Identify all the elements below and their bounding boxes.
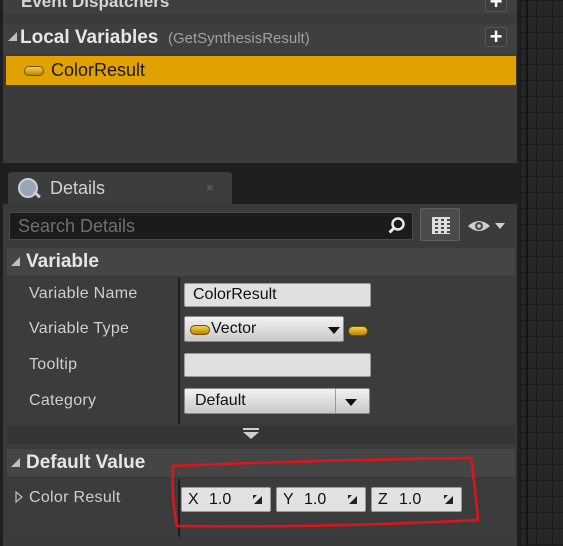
variable-name-value: ColorResult: [193, 286, 277, 303]
variable-type-value: Vector: [211, 320, 257, 337]
category-value: Default: [195, 392, 246, 409]
local-variables-context: (GetSynthesisResult): [168, 30, 310, 47]
search-icon[interactable]: [388, 217, 406, 235]
details-magnifier-icon: [18, 178, 38, 198]
z-value: 1.0: [399, 491, 422, 508]
event-dispatchers-label: Event Dispatchers: [21, 0, 170, 11]
drag-handle-icon[interactable]: [443, 494, 455, 506]
category-label: Category: [29, 392, 97, 409]
z-axis-label: Z: [378, 491, 388, 508]
expand-arrow-icon: [243, 432, 259, 439]
add-event-dispatcher-button[interactable]: +: [485, 0, 507, 14]
local-variables-label: Local Variables: [20, 27, 159, 48]
local-variable-name: ColorResult: [51, 60, 146, 80]
y-axis-label: Y: [283, 491, 294, 508]
y-value: 1.0: [304, 491, 327, 508]
view-options-eye-icon[interactable]: [466, 216, 512, 236]
variable-type-dropdown[interactable]: Vector: [184, 316, 344, 342]
local-variables-header[interactable]: Local Variables (GetSynthesisResult): [3, 24, 517, 54]
collapse-arrow-icon[interactable]: [11, 257, 20, 266]
event-dispatchers-header[interactable]: Event Dispatchers: [3, 0, 517, 14]
search-placeholder: Search Details: [18, 216, 136, 236]
expand-bar-icon: [243, 428, 259, 430]
collapse-arrow-icon[interactable]: [11, 458, 20, 467]
category-dropdown[interactable]: Default: [184, 388, 370, 414]
graph-canvas[interactable]: [520, 0, 563, 546]
color-result-label: Color Result: [29, 489, 121, 506]
drag-handle-icon[interactable]: [347, 494, 359, 506]
vector-type-pill-icon: [190, 325, 210, 335]
tab-details[interactable]: Details ×: [8, 172, 232, 204]
variable-section-title: Variable: [26, 251, 99, 272]
x-value: 1.0: [209, 491, 232, 508]
plus-icon: +: [489, 24, 503, 49]
advanced-expand-toggle[interactable]: [7, 426, 515, 444]
y-value-field[interactable]: Y 1.0: [276, 487, 366, 512]
x-value-field[interactable]: X 1.0: [181, 487, 271, 512]
left-column: Event Dispatchers + Local Variables (Get…: [0, 0, 520, 546]
my-blueprint-panel: Event Dispatchers + Local Variables (Get…: [3, 0, 517, 163]
variable-type-pill-icon: [24, 66, 44, 76]
collapse-arrow-icon[interactable]: [8, 32, 17, 41]
expand-arrow-icon[interactable]: [15, 491, 23, 503]
x-axis-label: X: [188, 491, 199, 508]
dropdown-divider: [335, 389, 336, 413]
tooltip-field[interactable]: [184, 353, 371, 377]
tab-details-label: Details: [50, 178, 106, 198]
variable-properties: Variable Name ColorResult Variable Type …: [7, 278, 515, 424]
variable-name-field[interactable]: ColorResult: [184, 283, 371, 307]
z-value-field[interactable]: Z 1.0: [371, 487, 462, 512]
tooltip-label: Tooltip: [29, 356, 78, 373]
close-icon[interactable]: ×: [206, 180, 214, 195]
chevron-down-icon: [345, 399, 357, 406]
column-splitter[interactable]: [178, 479, 180, 537]
drag-handle-icon[interactable]: [252, 494, 264, 506]
variable-section-header[interactable]: Variable: [7, 248, 515, 276]
details-panel: Search Details Variable Variable Name Co…: [3, 204, 517, 546]
local-variable-item[interactable]: ColorResult: [6, 56, 516, 85]
default-value-section-header[interactable]: Default Value: [7, 449, 515, 477]
search-details-input[interactable]: Search Details: [9, 212, 413, 240]
add-local-variable-button[interactable]: +: [485, 24, 507, 49]
plus-icon: +: [489, 0, 503, 14]
grid-icon: [432, 217, 450, 234]
default-value-section-title: Default Value: [26, 452, 146, 473]
chevron-down-icon: [328, 327, 340, 334]
variable-type-label: Variable Type: [29, 320, 130, 337]
column-splitter[interactable]: [178, 278, 180, 424]
container-type-pill-icon[interactable]: [348, 326, 368, 336]
variable-name-label: Variable Name: [29, 285, 138, 302]
property-matrix-button[interactable]: [420, 208, 460, 241]
